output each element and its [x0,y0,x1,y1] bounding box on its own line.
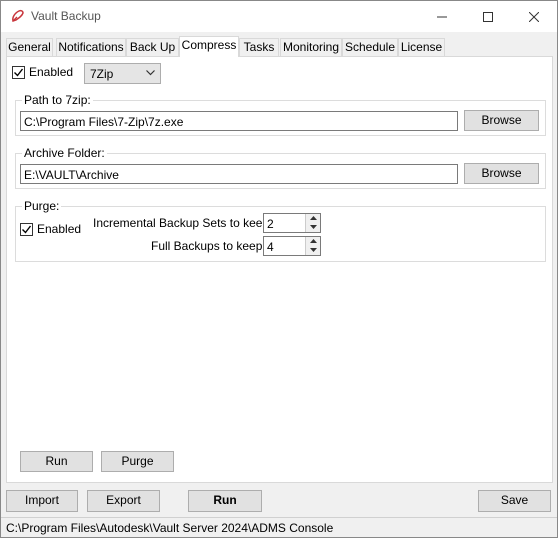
checkmark-icon [14,68,24,77]
compress-enabled-label: Enabled [29,65,74,79]
minimize-button[interactable] [419,1,465,32]
purge-button[interactable]: Purge [101,451,174,472]
incremental-sets-spinner[interactable]: 2 [263,213,321,233]
archive-folder-value: E:\VAULT\Archive [24,168,119,182]
compress-tab-panel: Enabled 7Zip Path to 7zip: C:\Program Fi… [6,56,553,483]
tab-notifications[interactable]: Notifications [56,38,126,57]
tab-schedule[interactable]: Schedule [342,38,398,57]
maximize-button[interactable] [465,1,511,32]
compress-enabled-checkbox[interactable] [12,66,25,79]
arrow-up-icon [310,216,317,220]
status-bar: C:\Program Files\Autodesk\Vault Server 2… [1,517,557,537]
full-backups-spinner[interactable]: 4 [263,236,321,256]
path-to-7zip-input[interactable]: C:\Program Files\7-Zip\7z.exe [20,111,458,131]
chevron-down-icon [146,70,155,76]
vault-app-icon [10,8,26,24]
tab-license[interactable]: License [398,38,445,57]
archive-folder-group: Archive Folder: E:\VAULT\Archive Browse [15,146,546,189]
tab-monitoring[interactable]: Monitoring [280,38,342,57]
browse-7zip-button[interactable]: Browse [464,110,539,131]
window-title: Vault Backup [31,9,101,23]
spinner-down-button[interactable] [305,246,320,255]
compress-run-button[interactable]: Run [20,451,93,472]
path-to-7zip-value: C:\Program Files\7-Zip\7z.exe [24,115,184,129]
spinner-up-button[interactable] [305,214,320,223]
arrow-down-icon [310,248,317,252]
maximize-icon [483,11,493,22]
close-icon [529,11,539,22]
tab-general[interactable]: General [6,38,53,57]
purge-group: Purge: Enabled Incremental Backup Sets t… [15,199,546,262]
path-to-7zip-group: Path to 7zip: C:\Program Files\7-Zip\7z.… [15,93,546,136]
status-path: C:\Program Files\Autodesk\Vault Server 2… [6,521,334,535]
export-button[interactable]: Export [87,490,160,512]
tab-compress[interactable]: Compress [179,36,239,57]
run-button[interactable]: Run [188,490,262,512]
purge-enabled-checkbox[interactable] [20,223,33,236]
minimize-icon [437,16,447,17]
close-button[interactable] [511,1,557,32]
checkmark-icon [22,225,32,234]
purge-title: Purge: [22,199,62,213]
path-to-7zip-title: Path to 7zip: [22,93,93,107]
vault-backup-window: Vault Backup General Notifications Back … [0,0,558,538]
incremental-sets-label: Incremental Backup Sets to keep: [93,216,273,230]
tab-back-up[interactable]: Back Up [126,38,179,57]
arrow-down-icon [310,225,317,229]
full-backups-label: Full Backups to keep: [151,239,266,253]
archive-folder-title: Archive Folder: [22,146,107,160]
tab-tasks[interactable]: Tasks [239,38,279,57]
purge-enabled-label: Enabled [37,222,82,236]
spinner-down-button[interactable] [305,223,320,232]
compression-tool-select[interactable]: 7Zip [84,63,161,84]
incremental-sets-value: 2 [267,217,274,231]
full-backups-value: 4 [267,240,274,254]
title-bar: Vault Backup [1,1,557,32]
archive-folder-input[interactable]: E:\VAULT\Archive [20,164,458,184]
browse-archive-button[interactable]: Browse [464,163,539,184]
spinner-up-button[interactable] [305,237,320,246]
import-button[interactable]: Import [6,490,78,512]
compression-tool-value: 7Zip [90,67,114,81]
save-button[interactable]: Save [478,490,551,512]
arrow-up-icon [310,239,317,243]
